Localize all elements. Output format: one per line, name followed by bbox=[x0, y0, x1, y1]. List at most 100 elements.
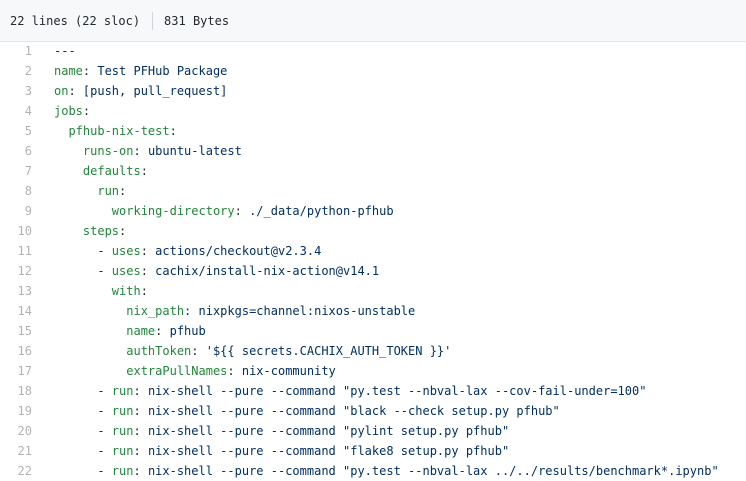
yaml-value: [push, pull_request] bbox=[82, 84, 228, 98]
line-number[interactable]: 20 bbox=[0, 421, 32, 441]
code-line: 18 - run: nix-shell --pure --command "py… bbox=[0, 381, 746, 401]
yaml-key: defaults bbox=[82, 164, 141, 178]
yaml-value: pfhub bbox=[169, 324, 206, 338]
line-content: - run: nix-shell --pure --command "black… bbox=[32, 401, 560, 421]
line-content: --- bbox=[32, 41, 76, 61]
yaml-value: nix-shell --pure --command "pylint setup… bbox=[147, 424, 510, 438]
line-content: nix_path: nixpkgs=channel:nixos-unstable bbox=[32, 301, 415, 321]
line-content: run: bbox=[32, 181, 126, 201]
code-line: 2 name: Test PFHub Package bbox=[0, 61, 746, 81]
yaml-key: name bbox=[126, 324, 156, 338]
code-line: 12 - uses: cachix/install-nix-action@v14… bbox=[0, 261, 746, 281]
code-line: 9 working-directory: ./_data/python-pfhu… bbox=[0, 201, 746, 221]
separator: : bbox=[234, 204, 250, 218]
yaml-key: on bbox=[54, 84, 69, 98]
line-number[interactable]: 2 bbox=[0, 61, 32, 81]
line-content: - run: nix-shell --pure --command "py.te… bbox=[32, 381, 646, 401]
line-number[interactable]: 8 bbox=[0, 181, 32, 201]
yaml-key: jobs bbox=[54, 104, 83, 118]
line-number[interactable]: 5 bbox=[0, 121, 32, 141]
line-number[interactable]: 21 bbox=[0, 441, 32, 461]
line-number[interactable]: 9 bbox=[0, 201, 32, 221]
separator: : bbox=[184, 304, 199, 318]
line-number[interactable]: 22 bbox=[0, 461, 32, 481]
line-content: defaults: bbox=[32, 161, 148, 181]
separator: : bbox=[68, 84, 83, 98]
yaml-value: Test PFHub Package bbox=[97, 64, 228, 78]
line-number[interactable]: 16 bbox=[0, 341, 32, 361]
code-line: 8 run: bbox=[0, 181, 746, 201]
yaml-key: run bbox=[111, 424, 134, 438]
line-number[interactable]: 14 bbox=[0, 301, 32, 321]
line-number[interactable]: 7 bbox=[0, 161, 32, 181]
yaml-key: run bbox=[111, 444, 134, 458]
separator: --- bbox=[54, 44, 76, 58]
indent: - bbox=[54, 264, 112, 278]
line-number[interactable]: 1 bbox=[0, 41, 32, 61]
indent: - bbox=[54, 244, 112, 258]
indent: - bbox=[54, 404, 112, 418]
separator: : bbox=[155, 324, 170, 338]
code-line: 16 authToken: '${{ secrets.CACHIX_AUTH_T… bbox=[0, 341, 746, 361]
separator: : bbox=[133, 404, 148, 418]
yaml-value: actions/checkout@v2.3.4 bbox=[155, 244, 322, 258]
code-line: 21 - run: nix-shell --pure --command "fl… bbox=[0, 441, 746, 461]
yaml-value: ./_data/python-pfhub bbox=[249, 204, 394, 218]
yaml-value: nixpkgs=channel:nixos-unstable bbox=[198, 304, 416, 318]
yaml-value: ubuntu-latest bbox=[147, 144, 242, 158]
line-content: name: Test PFHub Package bbox=[32, 61, 227, 81]
yaml-value: cachix/install-nix-action@v14.1 bbox=[155, 264, 380, 278]
code-line: 3 on: [push, pull_request] bbox=[0, 81, 746, 101]
yaml-key: run bbox=[111, 464, 134, 478]
line-number[interactable]: 15 bbox=[0, 321, 32, 341]
line-content: on: [push, pull_request] bbox=[32, 81, 227, 101]
yaml-key: extraPullNames bbox=[126, 364, 228, 378]
yaml-key: pfhub-nix-test bbox=[68, 124, 170, 138]
separator: : bbox=[133, 444, 148, 458]
line-content: - uses: actions/checkout@v2.3.4 bbox=[32, 241, 321, 261]
yaml-value: nix-shell --pure --command "black --chec… bbox=[147, 404, 560, 418]
divider bbox=[152, 11, 154, 30]
separator: : bbox=[133, 464, 148, 478]
line-content: - run: nix-shell --pure --command "py.te… bbox=[32, 461, 718, 481]
line-number[interactable]: 18 bbox=[0, 381, 32, 401]
code-view: 1 --- 2 name: Test PFHub Package 3 on: [push,… bbox=[0, 41, 746, 481]
yaml-key: authToken bbox=[126, 344, 192, 358]
yaml-key: with bbox=[111, 284, 141, 298]
line-content: working-directory: ./_data/python-pfhub bbox=[32, 201, 394, 221]
separator: : bbox=[191, 344, 206, 358]
line-number[interactable]: 12 bbox=[0, 261, 32, 281]
yaml-value: '${{ secrets.CACHIX_AUTH_TOKEN }}' bbox=[205, 344, 452, 358]
line-number[interactable]: 11 bbox=[0, 241, 32, 261]
code-line: 10 steps: bbox=[0, 221, 746, 241]
code-line: 1 --- bbox=[0, 41, 746, 61]
line-number[interactable]: 4 bbox=[0, 101, 32, 121]
line-number[interactable]: 10 bbox=[0, 221, 32, 241]
separator: : bbox=[82, 64, 98, 78]
code-line: 14 nix_path: nixpkgs=channel:nixos-unsta… bbox=[0, 301, 746, 321]
line-number[interactable]: 19 bbox=[0, 401, 32, 421]
line-number[interactable]: 17 bbox=[0, 361, 32, 381]
line-number[interactable]: 3 bbox=[0, 81, 32, 101]
yaml-key: run bbox=[111, 384, 134, 398]
line-content: with: bbox=[32, 281, 148, 301]
code-line: 22 - run: nix-shell --pure --command "py… bbox=[0, 461, 746, 481]
separator: : bbox=[140, 164, 148, 178]
separator: : bbox=[133, 424, 148, 438]
line-content: authToken: '${{ secrets.CACHIX_AUTH_TOKE… bbox=[32, 341, 451, 361]
code-line: 20 - run: nix-shell --pure --command "py… bbox=[0, 421, 746, 441]
yaml-key: nix_path bbox=[126, 304, 185, 318]
line-content: - run: nix-shell --pure --command "pylin… bbox=[32, 421, 509, 441]
separator: : bbox=[119, 224, 127, 238]
yaml-key: run bbox=[111, 404, 134, 418]
line-content: runs-on: ubuntu-latest bbox=[32, 141, 242, 161]
line-number[interactable]: 13 bbox=[0, 281, 32, 301]
line-number[interactable]: 6 bbox=[0, 141, 32, 161]
